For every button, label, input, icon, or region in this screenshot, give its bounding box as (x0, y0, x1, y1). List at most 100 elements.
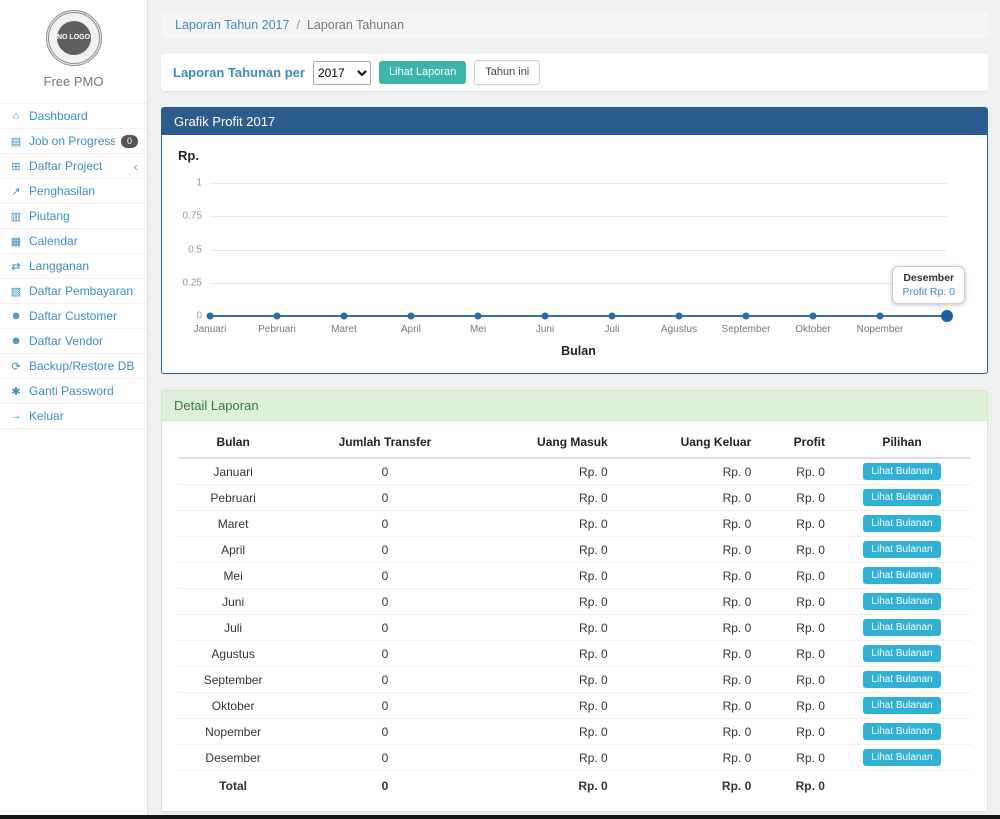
lihat-bulanan-button-juli[interactable]: Lihat Bulanan (863, 619, 940, 636)
cell-uang-keluar: Rp. 0 (616, 537, 760, 563)
sign-out-icon: → (9, 410, 23, 422)
cell-uang-masuk: Rp. 0 (482, 641, 616, 667)
sidebar-item-ganti-password[interactable]: ✱Ganti Password (0, 379, 147, 404)
sidebar-item-label: Daftar Vendor (29, 334, 103, 348)
sidebar-item-keluar[interactable]: → Keluar (0, 404, 147, 429)
cell-bulan: Nopember (178, 719, 288, 745)
x-label-juni: Juni (536, 324, 554, 335)
total-cell-uang-masuk: Rp. 0 (482, 771, 616, 798)
chart-point-pebruari[interactable] (274, 313, 281, 320)
chart-point-desember[interactable] (941, 310, 953, 322)
cell-uang-keluar: Rp. 0 (616, 641, 760, 667)
total-cell-pilihan (833, 771, 971, 798)
x-axis-title: Bulan (561, 344, 596, 358)
cell-profit: Rp. 0 (759, 563, 833, 589)
no-logo-stamp: NO LOGO (46, 10, 102, 66)
x-label-mei: Mei (470, 324, 486, 335)
cell-pilihan: Lihat Bulanan (833, 563, 971, 589)
cell-uang-keluar: Rp. 0 (616, 485, 760, 511)
lihat-bulanan-button-agustus[interactable]: Lihat Bulanan (863, 645, 940, 662)
cell-profit: Rp. 0 (759, 667, 833, 693)
chart-point-nopember[interactable] (877, 313, 884, 320)
chart-body: Rp. Desember Profit Rp: 0 Bulan 00.250.5… (162, 135, 987, 373)
lihat-bulanan-button-april[interactable]: Lihat Bulanan (863, 541, 940, 558)
detail-panel-title: Detail Laporan (162, 391, 987, 421)
lihat-bulanan-button-september[interactable]: Lihat Bulanan (863, 671, 940, 688)
lihat-bulanan-button-januari[interactable]: Lihat Bulanan (863, 463, 940, 480)
total-cell-bulan: Total (178, 771, 288, 798)
sidebar-item-backup-restore-db[interactable]: ⟳Backup/Restore DB (0, 354, 147, 379)
sidebar-item-daftar-pembayaran[interactable]: ▧Daftar Pembayaran (0, 279, 147, 304)
chart-point-maret[interactable] (341, 313, 348, 320)
col-header-uang-keluar: Uang Keluar (616, 427, 760, 458)
cell-profit: Rp. 0 (759, 589, 833, 615)
sidebar-item-label: Keluar (29, 409, 64, 423)
lihat-bulanan-button-juni[interactable]: Lihat Bulanan (863, 593, 940, 610)
cell-jumlah-transfer: 0 (288, 485, 481, 511)
table-row-juli: Juli0Rp. 0Rp. 0Rp. 0Lihat Bulanan (178, 615, 971, 641)
cell-pilihan: Lihat Bulanan (833, 745, 971, 771)
monthly-report-table: BulanJumlah TransferUang MasukUang Kelua… (178, 427, 971, 797)
cell-pilihan: Lihat Bulanan (833, 485, 971, 511)
cell-pilihan: Lihat Bulanan (833, 511, 971, 537)
sidebar-item-label: Dashboard (29, 109, 88, 123)
chart-point-juli[interactable] (609, 313, 616, 320)
cell-profit: Rp. 0 (759, 615, 833, 641)
chart-point-september[interactable] (743, 313, 750, 320)
sidebar-item-daftar-customer[interactable]: ☻Daftar Customer (0, 304, 147, 329)
cell-profit: Rp. 0 (759, 719, 833, 745)
breadcrumb-link-laporan-tahun[interactable]: Laporan Tahun 2017 (175, 18, 289, 32)
cell-bulan: Maret (178, 511, 288, 537)
table-row-januari: Januari0Rp. 0Rp. 0Rp. 0Lihat Bulanan (178, 458, 971, 485)
sidebar-item-job-on-progress[interactable]: ▤Job on Progress0 (0, 129, 147, 154)
chart-point-agustus[interactable] (676, 313, 683, 320)
money-icon: ▥ (9, 210, 23, 223)
lihat-laporan-button[interactable]: Lihat Laporan (379, 61, 466, 84)
sidebar-item-daftar-project[interactable]: ⊞Daftar Project‹ (0, 154, 147, 179)
chart-point-juni[interactable] (542, 313, 549, 320)
cell-jumlah-transfer: 0 (288, 719, 481, 745)
sidebar-item-dashboard[interactable]: ⌂Dashboard (0, 104, 147, 129)
x-label-oktober: Oktober (795, 324, 831, 335)
sidebar-item-label: Calendar (29, 234, 78, 248)
sidebar-item-penghasilan[interactable]: ↗Penghasilan (0, 179, 147, 204)
chart-point-januari[interactable] (207, 313, 214, 320)
cell-jumlah-transfer: 0 (288, 563, 481, 589)
report-filter-panel: Laporan Tahunan per 2017 Lihat Laporan T… (161, 54, 988, 91)
lihat-bulanan-button-desember[interactable]: Lihat Bulanan (863, 749, 940, 766)
breadcrumb: Laporan Tahun 2017/Laporan Tahunan (161, 12, 988, 38)
table-icon: ⊞ (9, 160, 23, 173)
tahun-ini-button[interactable]: Tahun ini (474, 60, 540, 85)
cell-bulan: Desember (178, 745, 288, 771)
year-select[interactable]: 2017 (313, 61, 371, 85)
chart-point-april[interactable] (408, 313, 415, 320)
total-cell-jumlah-transfer: 0 (288, 771, 481, 798)
sidebar-item-piutang[interactable]: ▥Piutang (0, 204, 147, 229)
cell-jumlah-transfer: 0 (288, 615, 481, 641)
cell-bulan: Mei (178, 563, 288, 589)
sidebar-item-calendar[interactable]: ▦Calendar (0, 229, 147, 254)
y-tick-label: 0.5 (188, 244, 202, 255)
chevron-left-icon: ‹ (134, 160, 138, 173)
x-label-pebruari: Pebruari (258, 324, 296, 335)
users-icon: ☻ (9, 310, 23, 322)
cell-uang-masuk: Rp. 0 (482, 485, 616, 511)
cell-jumlah-transfer: 0 (288, 641, 481, 667)
cell-pilihan: Lihat Bulanan (833, 667, 971, 693)
sidebar-item-langganan[interactable]: ⇄Langganan (0, 254, 147, 279)
chart-point-oktober[interactable] (810, 313, 817, 320)
lihat-bulanan-button-maret[interactable]: Lihat Bulanan (863, 515, 940, 532)
sidebar-item-daftar-vendor[interactable]: ☻Daftar Vendor (0, 329, 147, 354)
chart-point-mei[interactable] (475, 313, 482, 320)
cell-jumlah-transfer: 0 (288, 589, 481, 615)
cell-jumlah-transfer: 0 (288, 458, 481, 485)
lihat-bulanan-button-mei[interactable]: Lihat Bulanan (863, 567, 940, 584)
cell-jumlah-transfer: 0 (288, 745, 481, 771)
cell-uang-masuk: Rp. 0 (482, 458, 616, 485)
cell-uang-keluar: Rp. 0 (616, 693, 760, 719)
lihat-bulanan-button-pebruari[interactable]: Lihat Bulanan (863, 489, 940, 506)
lihat-bulanan-button-oktober[interactable]: Lihat Bulanan (863, 697, 940, 714)
table-row-agustus: Agustus0Rp. 0Rp. 0Rp. 0Lihat Bulanan (178, 641, 971, 667)
cell-profit: Rp. 0 (759, 511, 833, 537)
lihat-bulanan-button-nopember[interactable]: Lihat Bulanan (863, 723, 940, 740)
